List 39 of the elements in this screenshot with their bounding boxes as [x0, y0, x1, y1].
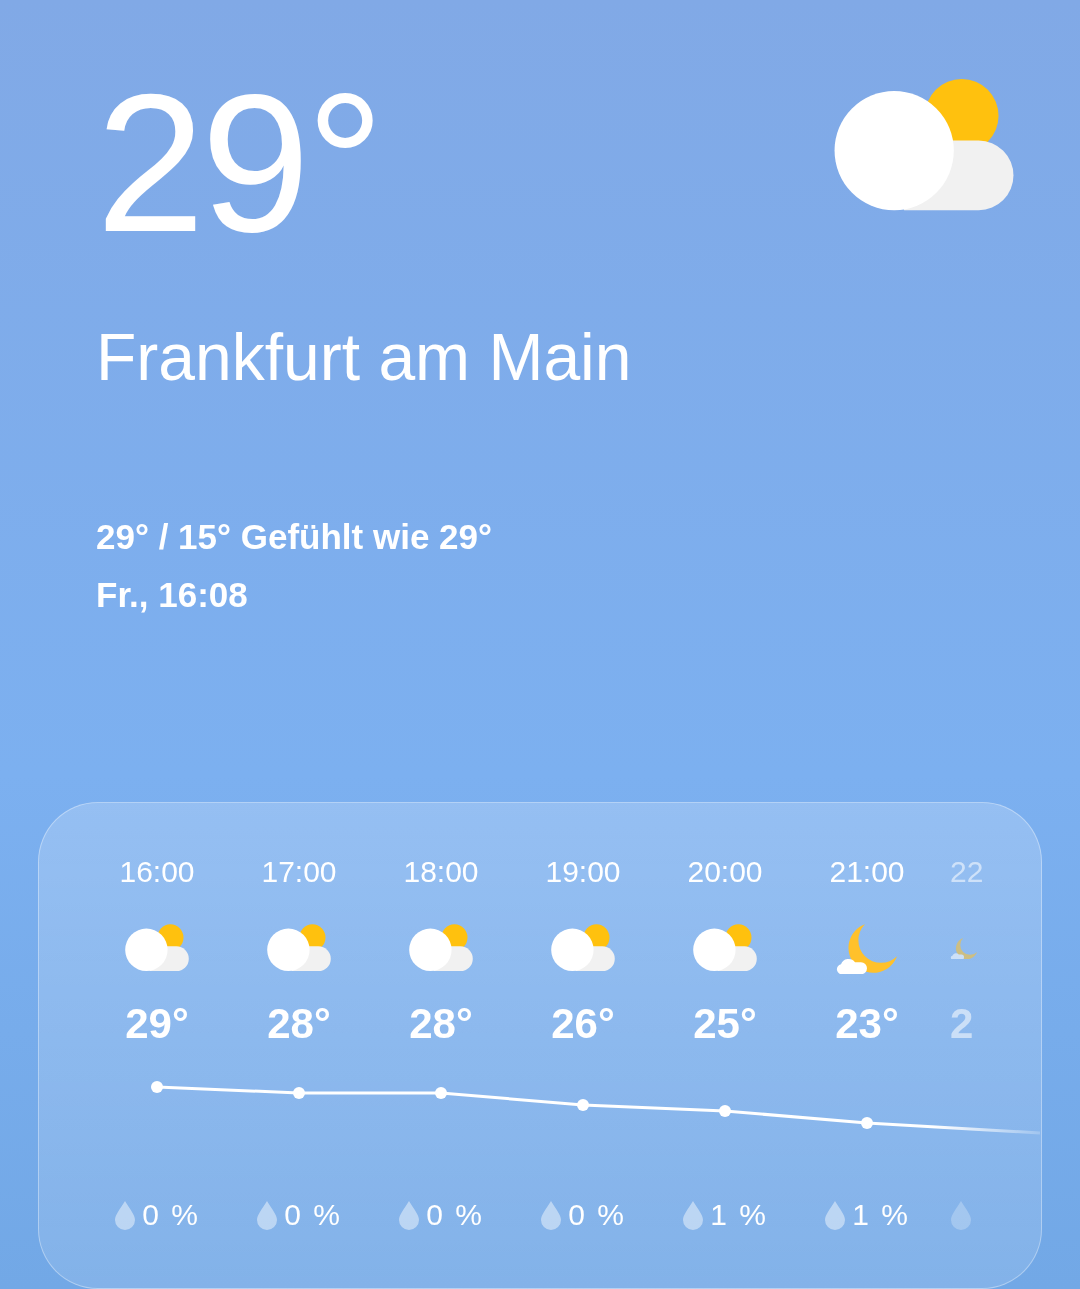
raindrop-icon	[540, 1200, 563, 1230]
hour-label: 20:00	[687, 857, 763, 890]
hour-label: 19:00	[545, 857, 621, 890]
precipitation-chance: 0 %	[142, 1198, 200, 1232]
sun-behind-cloud-icon	[125, 924, 189, 972]
sun-behind-cloud-icon	[834, 78, 1014, 212]
hour-temperature: 29°	[125, 1003, 189, 1047]
sun-behind-cloud-icon	[693, 924, 757, 972]
sun-behind-cloud-icon	[267, 924, 331, 972]
precipitation-chance: 0 %	[426, 1198, 484, 1232]
date-time: Fr., 16:08	[96, 574, 249, 616]
hour-label: 17:00	[261, 857, 337, 890]
precipitation-chance: 0 %	[568, 1198, 626, 1232]
hour-label: 16:00	[119, 857, 195, 890]
precipitation-chance: 0 %	[284, 1198, 342, 1232]
hour-temperature: 26°	[551, 1003, 615, 1047]
hour-temperature: 28°	[409, 1003, 473, 1047]
hour-label: 18:00	[403, 857, 479, 890]
hour-temperature: 23°	[835, 1003, 899, 1047]
hour-label: 21:00	[829, 857, 905, 890]
current-temperature: 29°	[96, 66, 381, 262]
hour-label: 22	[950, 857, 984, 890]
hour-temperature: 2	[950, 1003, 974, 1047]
moon-cloud-icon	[835, 921, 899, 975]
raindrop-icon	[682, 1200, 705, 1230]
city-name: Frankfurt am Main	[96, 324, 633, 390]
hour-temperature: 28°	[267, 1003, 331, 1047]
precipitation-chance: 1 %	[710, 1198, 768, 1232]
raindrop-icon	[114, 1200, 137, 1230]
sun-behind-cloud-icon	[409, 924, 473, 972]
precipitation-chance: 1 %	[852, 1198, 910, 1232]
moon-cloud-icon	[950, 936, 978, 960]
raindrop-icon	[950, 1200, 972, 1230]
raindrop-icon	[398, 1200, 421, 1230]
hour-temperature: 25°	[693, 1003, 757, 1047]
temperature-summary: 29° / 15° Gefühlt wie 29°	[96, 516, 494, 558]
raindrop-icon	[256, 1200, 279, 1230]
raindrop-icon	[824, 1200, 847, 1230]
sun-behind-cloud-icon	[551, 924, 615, 972]
